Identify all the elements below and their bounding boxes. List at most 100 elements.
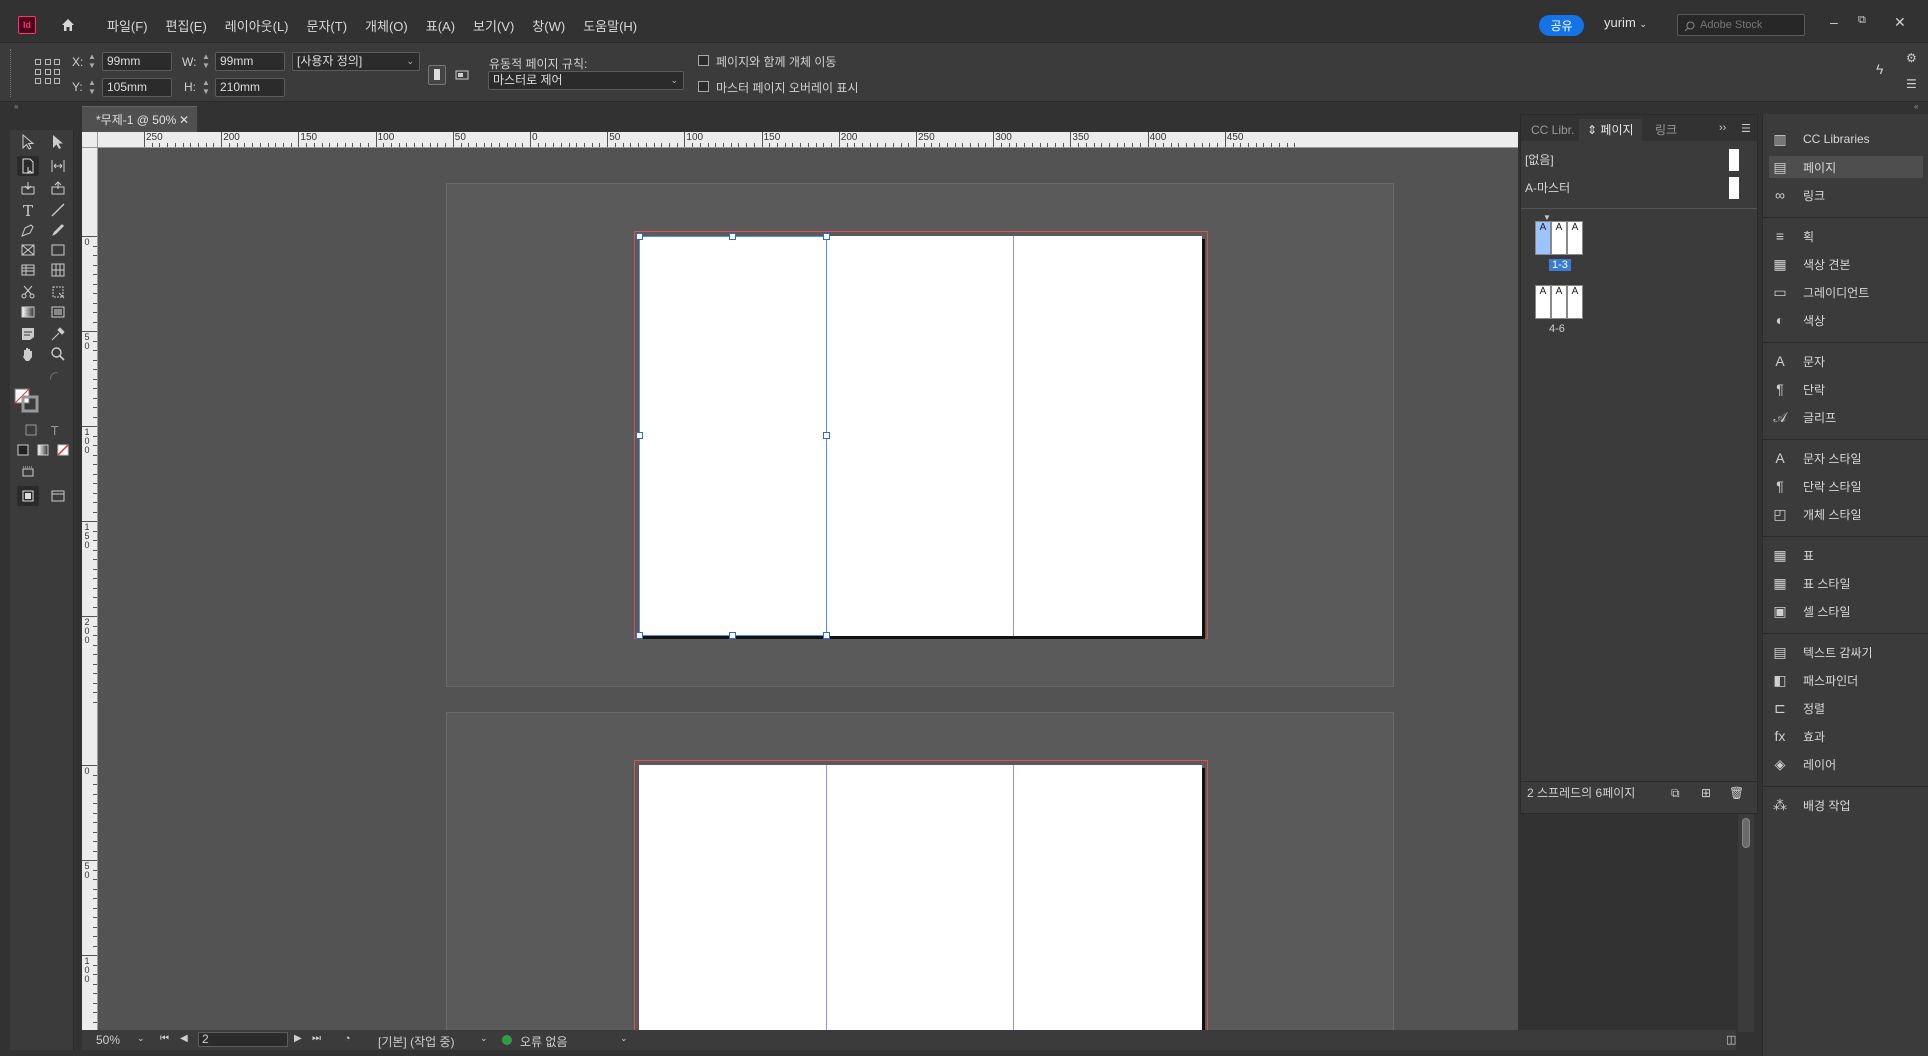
move-objects-checkbox[interactable] <box>698 55 709 66</box>
next-page-icon[interactable]: ▶ <box>294 1033 302 1044</box>
rectangle-frame-tool-icon[interactable] <box>17 240 39 260</box>
content-placer-icon[interactable] <box>47 178 69 198</box>
close-tab-icon[interactable]: ✕ <box>179 107 189 133</box>
new-page-icon[interactable]: ⊞ <box>1701 782 1711 804</box>
note-tool-icon[interactable] <box>17 324 39 344</box>
h-stepper[interactable]: ▲ ▼ <box>200 78 212 97</box>
page-tool-icon[interactable] <box>17 156 39 176</box>
none-master-thumbnail[interactable] <box>1729 149 1739 171</box>
lightning-icon[interactable]: ϟ <box>1876 61 1883 77</box>
selected-page-frame[interactable] <box>639 236 827 636</box>
menu-item[interactable]: 창(W) <box>523 16 574 35</box>
dock-item-color[interactable]: ◐ 색상 <box>1769 309 1923 331</box>
dock-item-background-tasks[interactable]: ⁂ 배경 작업 <box>1769 794 1923 816</box>
tab-cc-libraries[interactable]: CC Libr. <box>1523 119 1582 141</box>
formatting-container-icon[interactable] <box>20 420 42 440</box>
menu-item[interactable]: 표(A) <box>417 16 464 35</box>
resize-handle[interactable] <box>636 632 643 639</box>
apply-none-icon[interactable] <box>52 440 74 460</box>
dock-item-gradient[interactable]: ▭ 그레이디언트 <box>1769 281 1923 303</box>
menu-item[interactable]: 도움말(H) <box>574 16 646 35</box>
type-tool-icon[interactable]: T <box>17 200 39 220</box>
reference-point-icon[interactable] <box>35 59 61 85</box>
portrait-orientation-button[interactable] <box>428 65 446 85</box>
dock-item-links[interactable]: ∞ 링크 <box>1769 184 1923 206</box>
resize-handle[interactable] <box>823 632 830 639</box>
preflight-profile[interactable]: [기본] (작업 중) <box>378 1033 455 1050</box>
eyedropper-tool-icon[interactable] <box>47 324 69 344</box>
trash-icon[interactable]: 🗑 <box>1729 782 1744 804</box>
w-field[interactable]: 99mm <box>215 52 285 71</box>
a-master[interactable]: A-마스터 <box>1525 179 1570 196</box>
content-collector-icon[interactable] <box>17 178 39 198</box>
scissors-tool-icon[interactable] <box>17 282 39 302</box>
expand-panel-icon[interactable]: ›› <box>1719 122 1726 134</box>
dock-item-glyphs[interactable]: 𝒜 글리프 <box>1769 406 1923 428</box>
formatting-text-icon[interactable]: T <box>44 420 66 440</box>
panel-menu-icon[interactable]: ☰ <box>1741 122 1751 135</box>
share-button[interactable]: 공유 <box>1539 15 1584 36</box>
dock-item-character-style[interactable]: A 문자 스타일 <box>1769 447 1923 469</box>
dock-item-align[interactable]: ⊏ 정렬 <box>1769 697 1923 719</box>
resize-handle[interactable] <box>729 233 736 240</box>
user-menu[interactable]: yurim ⌄ <box>1604 15 1647 30</box>
h-field[interactable]: 210mm <box>215 78 285 97</box>
selection-tool-icon[interactable] <box>17 132 39 152</box>
menu-item[interactable]: 개체(O) <box>356 16 417 35</box>
grid-tool-icon[interactable] <box>47 260 69 280</box>
minimize-icon[interactable]: ‒ <box>1830 14 1838 30</box>
gradient-feather-tool-icon[interactable] <box>47 302 69 322</box>
pasteboard[interactable] <box>98 148 1518 1030</box>
resize-handle[interactable] <box>729 632 736 639</box>
resize-handle[interactable] <box>636 233 643 240</box>
dock-item-pathfinder[interactable]: ◧ 패스파인더 <box>1769 669 1923 691</box>
normal-view-icon[interactable] <box>17 486 39 506</box>
chevron-down-icon[interactable]: ⌄ <box>480 1033 488 1044</box>
zoom-tool-icon[interactable] <box>47 344 69 364</box>
dock-item-table[interactable]: ▦ 표 <box>1769 544 1923 566</box>
gap-tool-icon[interactable] <box>47 156 69 176</box>
page-thumbnail[interactable]: A <box>1535 221 1551 255</box>
collapse-left-icon[interactable]: « <box>14 102 18 111</box>
preflight-status[interactable]: 오류 없음 <box>520 1033 568 1050</box>
spread-label[interactable]: 4-6 <box>1549 323 1565 335</box>
preview-mode-icon[interactable] <box>47 486 69 506</box>
page-thumbnail[interactable]: A <box>1535 285 1551 319</box>
resize-handle[interactable] <box>636 432 643 439</box>
liquid-page-rule-select[interactable]: 마스터로 제어 ⌄ <box>488 71 684 90</box>
direct-selection-tool-icon[interactable] <box>47 132 69 152</box>
dock-item-table-style[interactable]: ▦ 표 스타일 <box>1769 572 1923 594</box>
open-page-icon[interactable]: ◔ <box>344 1033 351 1045</box>
grip-handle[interactable] <box>10 49 13 97</box>
document-tab[interactable]: *무제-1 @ 50% ✕ <box>82 106 197 132</box>
vertical-scrollbar[interactable] <box>1738 810 1754 1032</box>
line-tool-icon[interactable] <box>47 200 69 220</box>
ruler-origin[interactable] <box>82 132 98 148</box>
horizontal-ruler[interactable]: 250 200 150 100 50 0 50 100 150 200 250 300 350 400 45… <box>82 132 1518 148</box>
y-field[interactable]: 105mm <box>102 78 172 97</box>
resize-handle[interactable] <box>823 432 830 439</box>
edit-page-size-icon[interactable]: ⧉ <box>1671 782 1680 804</box>
last-page-icon[interactable]: ⏭ <box>312 1033 321 1044</box>
menu-item[interactable]: 파일(F) <box>98 16 157 35</box>
dock-item-text-wrap[interactable]: ▤ 텍스트 감싸기 <box>1769 641 1923 663</box>
dock-item-cc-libraries[interactable]: ▥ CC Libraries <box>1769 128 1923 150</box>
dock-item-paragraph-style[interactable]: ¶ 단락 스타일 <box>1769 475 1923 497</box>
x-stepper[interactable]: ▲ ▼ <box>86 52 98 71</box>
screen-mode-icon[interactable] <box>17 462 39 482</box>
page-thumbnail[interactable]: A <box>1551 285 1567 319</box>
dock-item-pages[interactable]: ▤ 페이지 <box>1769 156 1923 178</box>
zoom-level[interactable]: 50% <box>96 1033 120 1047</box>
x-field[interactable]: 99mm <box>102 52 172 71</box>
hand-tool-icon[interactable] <box>17 344 39 364</box>
swap-colors-icon[interactable] <box>47 366 61 386</box>
spread-label[interactable]: 1-3 <box>1549 259 1571 271</box>
pen-tool-icon[interactable] <box>17 220 39 240</box>
scrollbar-thumb[interactable] <box>1742 818 1750 848</box>
resize-handle[interactable] <box>823 233 830 240</box>
home-icon[interactable] <box>58 15 78 35</box>
adobe-stock-search-input[interactable]: Adobe Stock <box>1677 14 1805 36</box>
dock-item-paragraph[interactable]: ¶ 단락 <box>1769 378 1923 400</box>
split-window-icon[interactable]: ◫ <box>1726 1033 1736 1046</box>
close-icon[interactable]: ✕ <box>1894 14 1906 31</box>
